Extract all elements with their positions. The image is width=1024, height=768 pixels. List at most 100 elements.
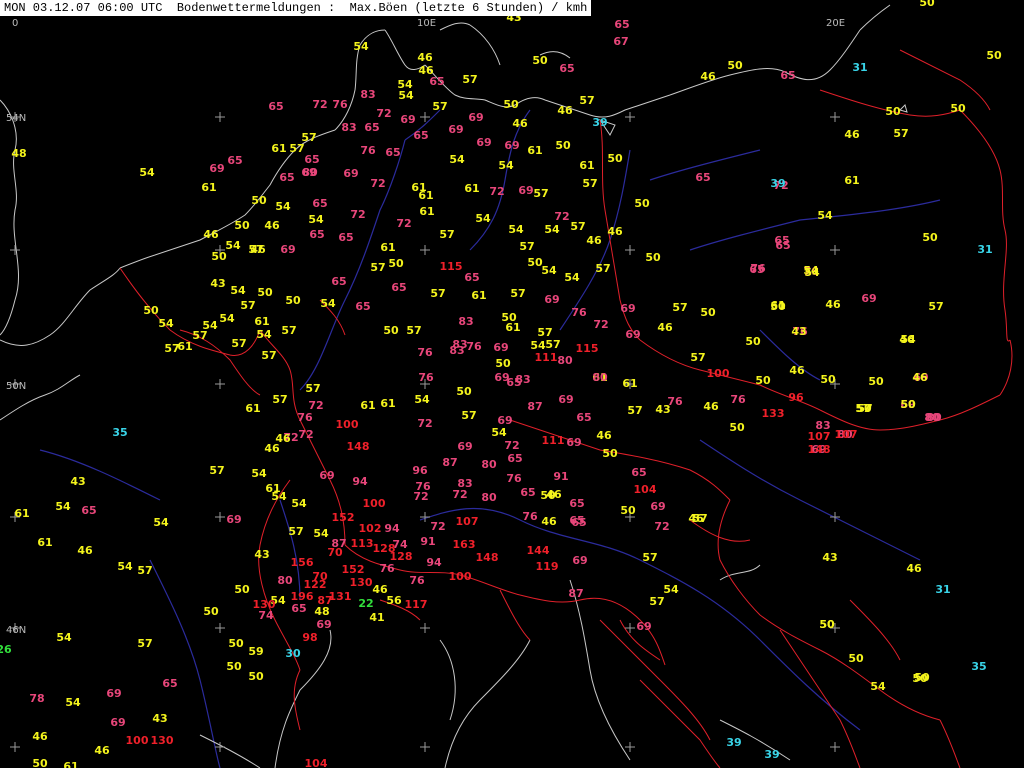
station-gust-value: 57 bbox=[370, 261, 385, 274]
station-gust-value: 61 bbox=[622, 377, 637, 390]
station-gust-value: 69 bbox=[650, 500, 665, 513]
station-gust-value: 69 bbox=[504, 139, 519, 152]
station-gust-value: 48 bbox=[11, 147, 26, 160]
station-gust-value: 76 bbox=[360, 144, 376, 157]
station-gust-value: 65 bbox=[559, 62, 574, 75]
station-gust-value: 54 bbox=[817, 209, 833, 222]
station-gust-value: 69 bbox=[343, 167, 358, 180]
station-gust-value: 54 bbox=[202, 319, 218, 332]
station-gust-value: 57 bbox=[137, 564, 152, 577]
station-gust-value: 87 bbox=[568, 587, 583, 600]
station-gust-value: 76 bbox=[379, 562, 395, 575]
station-gust-value: 50 bbox=[819, 618, 835, 631]
station-gust-value: 152 bbox=[342, 563, 365, 576]
station-gust-value: 46 bbox=[275, 432, 291, 445]
station-gust-value: 54 bbox=[219, 312, 235, 325]
station-gust-value: 50 bbox=[700, 306, 716, 319]
station-gust-value: 46 bbox=[789, 364, 805, 377]
station-gust-value: 94 bbox=[384, 522, 400, 535]
station-gust-value: 113 bbox=[351, 537, 374, 550]
station-gust-value: 57 bbox=[272, 393, 287, 406]
station-gust-value: 43 bbox=[70, 475, 85, 488]
station-gust-value: 54 bbox=[475, 212, 491, 225]
station-gust-value: 50 bbox=[234, 583, 250, 596]
station-gust-value: 54 bbox=[230, 284, 246, 297]
station-gust-value: 50 bbox=[383, 324, 399, 337]
station-gust-value: 46 bbox=[264, 219, 280, 232]
station-gust-value: 57 bbox=[533, 187, 548, 200]
station-gust-value: 65 bbox=[631, 466, 646, 479]
station-gust-value: 46 bbox=[607, 225, 623, 238]
station-gust-value: 107 bbox=[456, 515, 479, 528]
station-gust-value: 30 bbox=[285, 647, 301, 660]
station-gust-value: 56 bbox=[386, 594, 402, 607]
station-gust-value: 54 bbox=[870, 680, 886, 693]
station-gust-value: 46 bbox=[586, 234, 602, 247]
station-gust-value: 57 bbox=[595, 262, 610, 275]
station-gust-value: 61 bbox=[505, 321, 520, 334]
station-gust-value: 50 bbox=[922, 231, 938, 244]
station-gust-value: 61 bbox=[14, 507, 29, 520]
station-gust-value: 100 bbox=[126, 734, 149, 747]
station-gust-value: 43 bbox=[791, 325, 806, 338]
station-gust-value: 54 bbox=[544, 223, 560, 236]
station-gust-value: 65 bbox=[312, 197, 327, 210]
station-gust-value: 65 bbox=[576, 411, 591, 424]
station-gust-value: 50 bbox=[820, 373, 836, 386]
station-gust-value: 46 bbox=[596, 429, 612, 442]
station-gust-value: 76 bbox=[522, 510, 538, 523]
station-gust-value: 69 bbox=[448, 123, 463, 136]
station-gust-value: 78 bbox=[29, 692, 44, 705]
station-gust-value: 69 bbox=[493, 341, 508, 354]
weather-map: 0 10E 20E 54N 50N 46N 43 65 67 54 46 46 65 50 65… bbox=[0, 0, 1024, 768]
station-gust-value: 46 bbox=[688, 512, 704, 525]
station-gust-value: 61 bbox=[770, 299, 785, 312]
station-gust-value: 57 bbox=[462, 73, 477, 86]
station-gust-value: 57 bbox=[579, 94, 594, 107]
station-gust-value: 80 bbox=[592, 371, 608, 384]
station-gust-value: 57 bbox=[461, 409, 476, 422]
station-gust-value: 69 bbox=[636, 620, 651, 633]
station-gust-value: 50 bbox=[900, 398, 916, 411]
station-gust-value: 57 bbox=[690, 351, 705, 364]
station-gust-value: 144 bbox=[527, 544, 550, 557]
station-gust-value: 83 bbox=[341, 121, 356, 134]
station-gust-value: 50 bbox=[257, 286, 273, 299]
station-gust-value: 57 bbox=[893, 127, 908, 140]
station-gust-value: 50 bbox=[634, 197, 650, 210]
station-gust-value: 80 bbox=[302, 166, 318, 179]
station-gust-value: 50 bbox=[388, 257, 404, 270]
station-gust-value: 100 bbox=[363, 497, 386, 510]
station-gust-value: 50 bbox=[986, 49, 1002, 62]
station-gust-value: 83 bbox=[458, 315, 473, 328]
station-gust-value: 72 bbox=[376, 107, 391, 120]
station-gust-value: 65 bbox=[507, 452, 522, 465]
station-gust-value: 54 bbox=[353, 40, 369, 53]
station-gust-value: 46 bbox=[250, 243, 266, 256]
station-gust-value: 80 bbox=[557, 354, 573, 367]
station-gust-value: 65 bbox=[391, 281, 406, 294]
station-gust-value: 54 bbox=[449, 153, 465, 166]
station-gust-value: 54 bbox=[398, 89, 414, 102]
station-gust-value: 100 bbox=[449, 570, 472, 583]
station-gust-value: 46 bbox=[657, 321, 673, 334]
station-gust-value: 43 bbox=[254, 548, 269, 561]
station-gust-value: 57 bbox=[288, 525, 303, 538]
station-gust-value: 57 bbox=[582, 177, 597, 190]
station-gust-value: 46 bbox=[912, 371, 928, 384]
station-gust-value: 50 bbox=[607, 152, 623, 165]
station-gust-value: 54 bbox=[414, 393, 430, 406]
station-gust-value: 54 bbox=[251, 467, 267, 480]
station-gust-value: 61 bbox=[419, 205, 434, 218]
station-gust-value: 43 bbox=[210, 277, 225, 290]
station-gust-value: 69 bbox=[620, 302, 635, 315]
station-gust-value: 61 bbox=[63, 760, 78, 768]
station-gust-value: 152 bbox=[332, 511, 355, 524]
lon-label-20e: 20E bbox=[826, 18, 845, 29]
station-gust-value: 65 bbox=[364, 121, 379, 134]
station-gust-value: 130 bbox=[151, 734, 174, 747]
station-gust-value: 115 bbox=[440, 260, 463, 273]
station-gust-value: 69 bbox=[468, 111, 483, 124]
station-gust-value: 119 bbox=[536, 560, 559, 573]
station-gust-value: 76 bbox=[297, 411, 313, 424]
